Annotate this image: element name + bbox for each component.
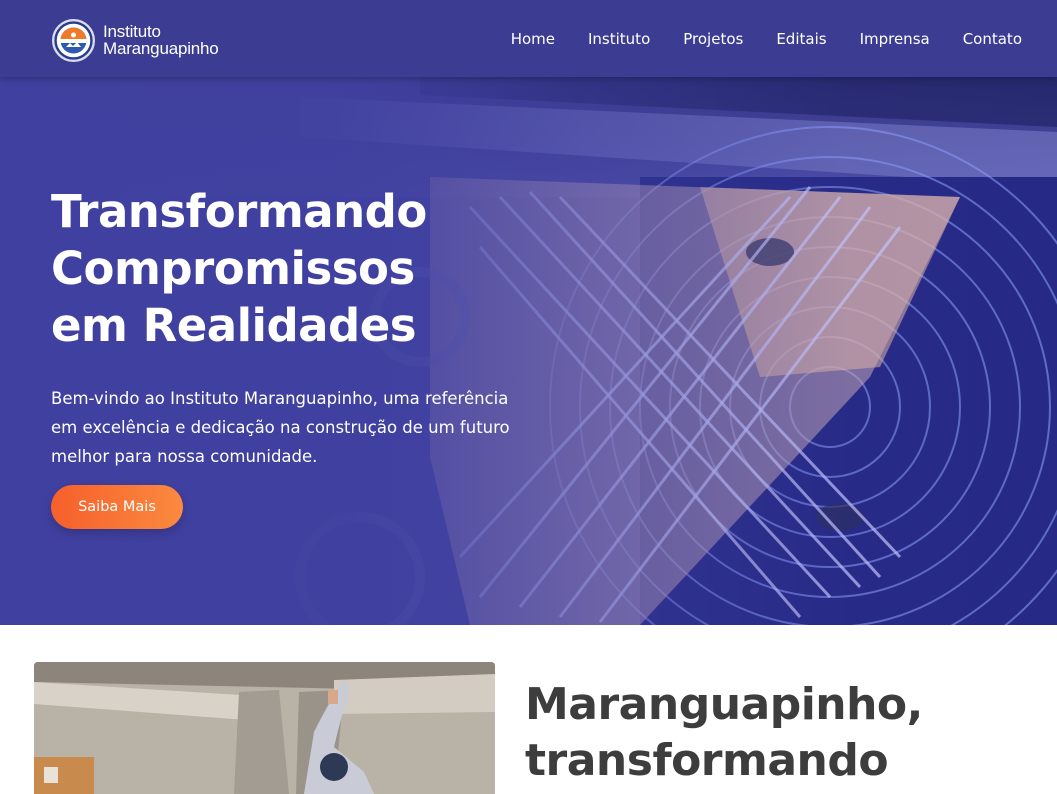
brand-name: Instituto Maranguapinho [103, 23, 219, 57]
brand-logo-link[interactable]: Instituto Maranguapinho [52, 17, 219, 63]
site-header: Instituto Maranguapinho Home Instituto P… [0, 0, 1057, 77]
nav-item-home[interactable]: Home [511, 30, 555, 48]
brand-name-line2: Maranguapinho [103, 39, 219, 58]
nav-item-contato[interactable]: Contato [963, 30, 1022, 48]
about-title-line2: transformando [525, 735, 889, 786]
institute-seal-icon [52, 18, 95, 62]
nav-item-editais[interactable]: Editais [776, 30, 826, 48]
brand-name-line1: Instituto [103, 22, 161, 41]
about-title: Maranguapinho, transformando [525, 677, 1045, 789]
about-image [34, 662, 495, 794]
hero-title-line1: Transformando [51, 185, 427, 238]
hero-title-line3: em Realidades [51, 299, 417, 352]
nav-item-projetos[interactable]: Projetos [683, 30, 743, 48]
hero-section: Transformando Compromissos em Realidades… [0, 77, 1057, 625]
nav-item-imprensa[interactable]: Imprensa [860, 30, 930, 48]
hero-title: Transformando Compromissos em Realidades [51, 183, 511, 354]
saiba-mais-button[interactable]: Saiba Mais [51, 485, 183, 529]
nav-item-instituto[interactable]: Instituto [588, 30, 650, 48]
hero-title-line2: Compromissos [51, 242, 415, 295]
about-title-line1: Maranguapinho, [525, 679, 923, 730]
main-nav: Home Instituto Projetos Editais Imprensa… [478, 0, 1022, 77]
hero-description: Bem-vindo ao Instituto Maranguapinho, um… [51, 389, 510, 466]
